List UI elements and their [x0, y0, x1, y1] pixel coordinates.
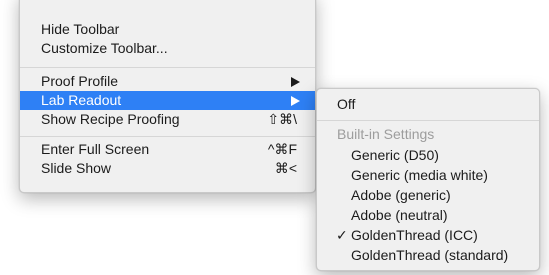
menu-item-label: Adobe (generic)	[351, 187, 451, 203]
menu-item-label: Generic (D50)	[351, 147, 439, 163]
goldenthread-standard-menu-item[interactable]: GoldenThread (standard)	[317, 246, 539, 265]
menu-item-label: Show Recipe Proofing	[41, 111, 180, 127]
menu-item-label: Adobe (neutral)	[351, 207, 448, 223]
adobe-generic-menu-item[interactable]: Adobe (generic)	[317, 186, 539, 205]
keyboard-shortcut: ⌘<	[274, 160, 297, 176]
menu-separator	[317, 120, 539, 121]
view-menu: Hide Toolbar Customize Toolbar... Proof …	[19, 0, 316, 193]
menu-separator	[20, 67, 315, 68]
triangle-right-icon	[291, 96, 300, 106]
checkmark-icon: ✓	[336, 227, 348, 243]
generic-media-white-menu-item[interactable]: Generic (media white)	[317, 166, 539, 185]
menu-item-label: Lab Readout	[41, 92, 122, 108]
menu-item-label: Proof Profile	[41, 73, 119, 89]
menu-item-label: Customize Toolbar...	[41, 40, 168, 56]
menu-separator	[20, 136, 315, 137]
off-menu-item[interactable]: Off	[317, 95, 539, 114]
menu-item-label: GoldenThread (standard)	[351, 247, 509, 263]
show-recipe-proofing-menu-item[interactable]: Show Recipe Proofing ⇧⌘\	[20, 110, 315, 129]
menu-item-label: Off	[337, 96, 356, 112]
goldenthread-icc-menu-item[interactable]: ✓ GoldenThread (ICC)	[317, 226, 539, 245]
hide-toolbar-menu-item[interactable]: Hide Toolbar	[20, 20, 315, 39]
built-in-settings-header: Built-in Settings	[317, 125, 539, 144]
menu-item-label: Generic (media white)	[351, 167, 488, 183]
keyboard-shortcut: ⇧⌘\	[267, 111, 297, 127]
generic-d50-menu-item[interactable]: Generic (D50)	[317, 146, 539, 165]
lab-readout-submenu: Off Built-in Settings Generic (D50) Gene…	[316, 88, 540, 271]
section-header-label: Built-in Settings	[337, 126, 435, 142]
menu-item-label: Slide Show	[41, 160, 112, 176]
adobe-neutral-menu-item[interactable]: Adobe (neutral)	[317, 206, 539, 225]
triangle-right-icon	[291, 77, 300, 87]
menu-item-label: Enter Full Screen	[41, 141, 150, 157]
slide-show-menu-item[interactable]: Slide Show ⌘<	[20, 159, 315, 178]
proof-profile-menu-item[interactable]: Proof Profile	[20, 72, 315, 91]
enter-full-screen-menu-item[interactable]: Enter Full Screen ^⌘F	[20, 140, 315, 159]
lab-readout-menu-item[interactable]: Lab Readout	[20, 91, 315, 110]
menu-item-label: GoldenThread (ICC)	[351, 227, 478, 243]
customize-toolbar-menu-item[interactable]: Customize Toolbar...	[20, 39, 315, 58]
keyboard-shortcut: ^⌘F	[267, 141, 297, 157]
menu-item-label: Hide Toolbar	[41, 21, 120, 37]
